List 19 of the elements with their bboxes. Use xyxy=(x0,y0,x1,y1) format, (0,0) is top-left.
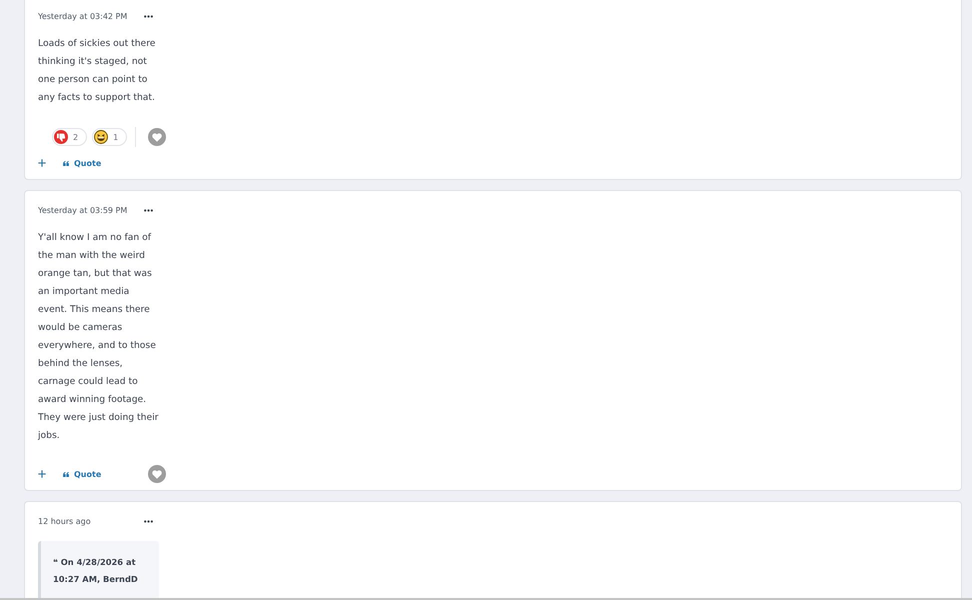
quote-icon xyxy=(63,472,69,476)
more-icon[interactable] xyxy=(144,520,153,522)
post-timestamp[interactable]: Yesterday at 03:59 PM xyxy=(38,206,128,214)
quote-link[interactable]: Quote xyxy=(63,158,102,168)
plus-icon[interactable] xyxy=(38,159,46,167)
post-timestamp[interactable]: Yesterday at 03:42 PM xyxy=(38,12,128,20)
post-text: Loads of sickies out there thinking it's staged, not one person can point to any facts to support that. xyxy=(38,37,156,105)
laughing-face-icon xyxy=(94,130,108,144)
quote-attribution: ❝ On 4/28/2026 at 10:27 AM, BerndD xyxy=(53,556,139,586)
reaction-button[interactable]: 1 xyxy=(92,128,128,146)
more-icon[interactable] xyxy=(144,14,153,18)
more-icon[interactable] xyxy=(144,208,153,212)
quote-icon xyxy=(63,160,69,166)
post-text: Y'all know I am no fan of the man with the weird orange tan, but that was an important media event. This means there would be cameras everywhere, and to those behind the lenses, carnage could lead to award winning footage. They were just doing their jobs. xyxy=(38,231,160,443)
quote-link[interactable]: Quote xyxy=(63,470,102,478)
reaction-button[interactable]: 2 xyxy=(52,128,88,146)
post-timestamp[interactable]: 12 hours ago xyxy=(38,516,91,526)
plus-icon[interactable] xyxy=(38,470,46,478)
thumbs-down-icon xyxy=(54,130,68,144)
